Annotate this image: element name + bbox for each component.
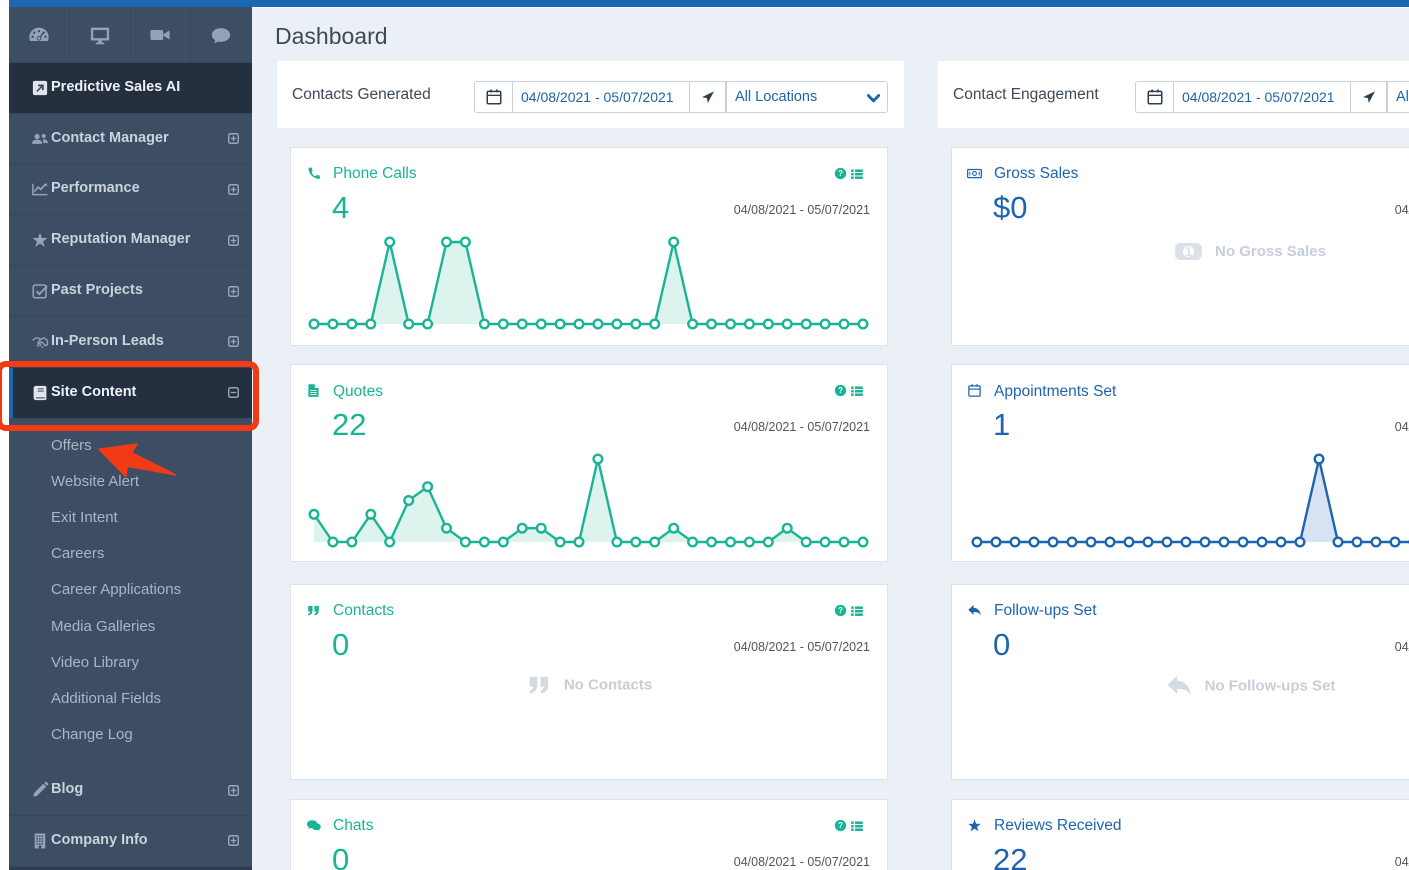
svg-text:?: ? [838, 169, 843, 178]
svg-text:1: 1 [1185, 245, 1192, 259]
svg-text:?: ? [838, 386, 843, 395]
svg-text:?: ? [838, 821, 843, 830]
svg-text:?: ? [838, 606, 843, 615]
